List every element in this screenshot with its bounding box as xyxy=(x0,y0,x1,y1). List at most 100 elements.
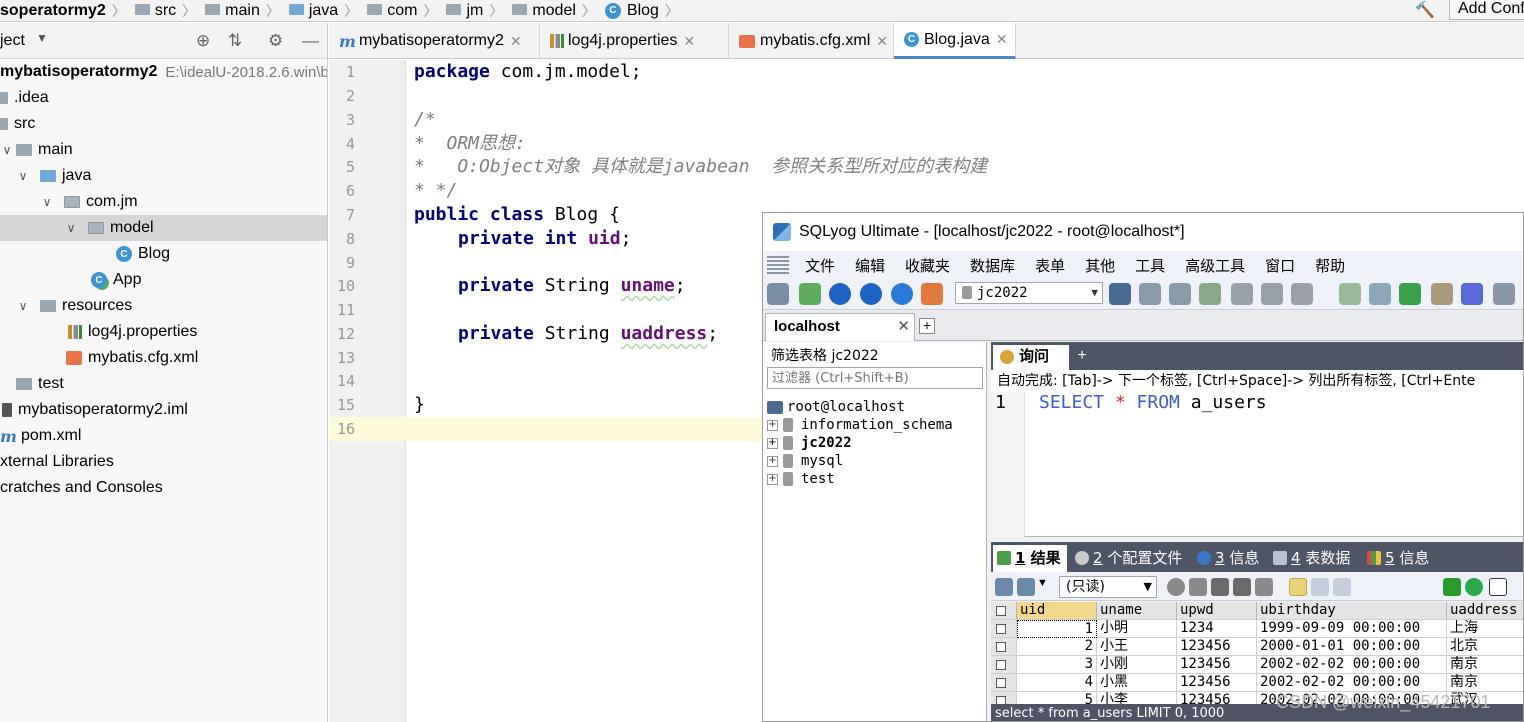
create-database-icon[interactable] xyxy=(1139,283,1161,305)
menu-favorites[interactable]: 收藏夹 xyxy=(895,255,960,276)
copy-database-icon[interactable] xyxy=(1291,283,1313,305)
tree-item-com-jm[interactable]: ∨ com.jm xyxy=(0,189,327,215)
tab-mybatis-cfg-xml[interactable]: mybatis.cfg.xml ✕ xyxy=(729,23,894,59)
user-manager-icon[interactable] xyxy=(1109,283,1131,305)
breadcrumb-com[interactable]: com 〉 xyxy=(358,0,437,22)
new-query-icon[interactable] xyxy=(799,283,821,305)
breadcrumb-project[interactable]: soperatormy2 〉 xyxy=(0,0,126,22)
chevron-down-icon[interactable]: ∨ xyxy=(64,221,78,235)
chevron-down-icon[interactable]: ∨ xyxy=(40,195,54,209)
sync-icon[interactable] xyxy=(1339,283,1361,305)
menu-edit[interactable]: 编辑 xyxy=(845,255,895,276)
breadcrumb-model[interactable]: model 〉 xyxy=(503,0,596,22)
backup-icon[interactable] xyxy=(1231,283,1253,305)
breadcrumb-main[interactable]: main 〉 xyxy=(196,0,280,22)
crosshair-scroll-from-source-icon[interactable]: ⊕ xyxy=(196,31,210,51)
table-row[interactable]: 2 小王 123456 2000-01-01 00:00:00 北京 xyxy=(991,638,1523,656)
cell-upwd[interactable]: 123456 xyxy=(1177,638,1257,656)
database-node-information-schema[interactable]: + information_schema xyxy=(767,416,953,434)
cancel-changes-icon[interactable] xyxy=(1255,578,1273,596)
menu-other[interactable]: 其他 xyxy=(1075,255,1125,276)
export-grid-icon[interactable] xyxy=(995,578,1013,596)
menu-file[interactable]: 文件 xyxy=(795,255,845,276)
breadcrumb-jm[interactable]: jm 〉 xyxy=(437,0,503,22)
schema-icon[interactable] xyxy=(921,283,943,305)
chevron-down-icon[interactable]: ▼ xyxy=(36,31,48,45)
new-connection-icon[interactable] xyxy=(767,283,789,305)
column-header-uname[interactable]: uname xyxy=(1097,602,1177,620)
execute-all-icon[interactable] xyxy=(860,283,882,305)
menu-window[interactable]: 窗口 xyxy=(1255,255,1305,276)
server-node[interactable]: root@localhost xyxy=(767,398,905,416)
tree-item-test[interactable]: test xyxy=(0,371,327,397)
execute-query-icon[interactable] xyxy=(829,283,851,305)
expand-icon[interactable]: + xyxy=(767,455,778,467)
tree-item-project-root[interactable]: mybatisoperatormy2 E:\idealU-2018.2.6.wi… xyxy=(0,59,327,85)
restore-icon[interactable] xyxy=(1261,283,1283,305)
cell-uname[interactable]: 小刚 xyxy=(1097,656,1177,674)
close-icon[interactable]: ✕ xyxy=(683,33,695,50)
add-row-icon[interactable] xyxy=(1167,578,1185,596)
cell-uname[interactable]: 小王 xyxy=(1097,638,1177,656)
save-icon[interactable] xyxy=(1211,578,1229,596)
menu-table[interactable]: 表单 xyxy=(1025,255,1075,276)
chevron-down-icon[interactable]: ▼ xyxy=(1037,577,1048,589)
project-view-selector[interactable]: ject xyxy=(0,32,25,50)
chevron-down-icon[interactable]: ∨ xyxy=(16,169,30,183)
tab-query[interactable]: 询问 xyxy=(993,345,1069,370)
table-row[interactable]: 4 小黑 123456 2002-02-02 00:00:00 南京 xyxy=(991,674,1523,692)
tab-info[interactable]: 5 信息 xyxy=(1363,545,1433,572)
breadcrumb-src[interactable]: src 〉 xyxy=(126,0,196,22)
breadcrumb-blog[interactable]: C Blog 〉 xyxy=(596,0,679,22)
close-icon[interactable]: ✕ xyxy=(510,33,522,50)
refresh-icon[interactable] xyxy=(891,283,913,305)
tree-item-log4j-properties[interactable]: log4j.properties xyxy=(0,319,327,345)
cell-ubirthday[interactable]: 2000-01-01 00:00:00 xyxy=(1257,638,1447,656)
breadcrumb-java[interactable]: java 〉 xyxy=(280,0,358,22)
import-icon[interactable] xyxy=(1199,283,1221,305)
refresh-results-icon[interactable] xyxy=(1465,578,1483,596)
cell-uid[interactable]: 4 xyxy=(1017,674,1097,692)
tree-item-external-libraries[interactable]: xternal Libraries xyxy=(0,449,327,475)
tree-item-src[interactable]: src xyxy=(0,111,327,137)
tab-mybatisoperatormy2[interactable]: m mybatisoperatormy2 ✕ xyxy=(329,23,540,59)
compare-icon[interactable] xyxy=(1399,283,1421,305)
tab-result[interactable]: 1 结果 xyxy=(993,545,1067,572)
grid-view-icon[interactable] xyxy=(1289,578,1307,596)
cell-upwd[interactable]: 1234 xyxy=(1177,620,1257,638)
tab-blog-java[interactable]: C Blog.java ✕ xyxy=(894,23,1016,59)
row-checkbox[interactable] xyxy=(991,656,1017,674)
tab-log4j-properties[interactable]: log4j.properties ✕ xyxy=(540,23,729,59)
build-hammer-icon[interactable]: 🔨 xyxy=(1415,0,1439,19)
text-view-icon[interactable] xyxy=(1333,578,1351,596)
filter-input[interactable] xyxy=(767,367,983,389)
cell-uname[interactable]: 小明 xyxy=(1097,620,1177,638)
add-query-tab-icon[interactable]: + xyxy=(1075,348,1089,364)
delete-icon[interactable] xyxy=(1233,578,1251,596)
migration-icon[interactable] xyxy=(1431,283,1453,305)
column-header-ubirthday[interactable]: ubirthday xyxy=(1257,602,1447,620)
tree-item-resources[interactable]: ∨ resources xyxy=(0,293,327,319)
chevron-down-icon[interactable]: ∨ xyxy=(0,143,14,157)
menu-help[interactable]: 帮助 xyxy=(1305,255,1355,276)
expand-icon[interactable]: + xyxy=(767,419,778,431)
tree-item-main[interactable]: ∨ main xyxy=(0,137,327,163)
expand-icon[interactable]: + xyxy=(767,473,778,485)
menu-database[interactable]: 数据库 xyxy=(960,255,1025,276)
collapse-all-icon[interactable]: ⇅ xyxy=(228,31,242,51)
column-header-upwd[interactable]: upwd xyxy=(1177,602,1257,620)
cell-uaddress[interactable]: 南京 xyxy=(1447,674,1523,692)
create-table-icon[interactable] xyxy=(1169,283,1191,305)
form-view-icon[interactable] xyxy=(1311,578,1329,596)
close-icon[interactable]: ✕ xyxy=(876,33,888,50)
database-node-test[interactable]: + test xyxy=(767,470,835,488)
tree-item-mybatis-cfg-xml[interactable]: mybatis.cfg.xml xyxy=(0,345,327,371)
limit-rows-checkbox[interactable] xyxy=(1489,578,1507,596)
cell-ubirthday[interactable]: 1999-09-09 00:00:00 xyxy=(1257,620,1447,638)
tab-table-data[interactable]: 4 表数据 xyxy=(1269,545,1361,572)
tree-item-app[interactable]: C App xyxy=(0,267,327,293)
tree-item-blog[interactable]: C Blog xyxy=(0,241,327,267)
cell-uid[interactable]: 3 xyxy=(1017,656,1097,674)
add-configuration-button[interactable]: Add Conf xyxy=(1449,0,1524,20)
tree-item-iml[interactable]: mybatisoperatormy2.iml xyxy=(0,397,327,423)
